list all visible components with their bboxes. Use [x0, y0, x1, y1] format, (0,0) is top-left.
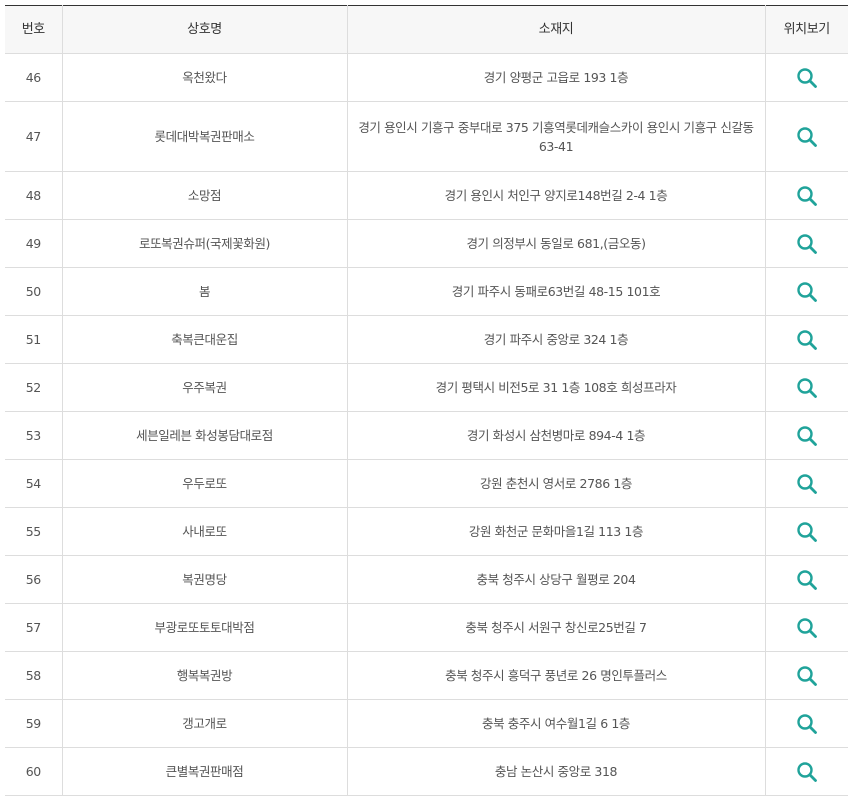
row-number: 54	[5, 459, 63, 508]
table-row: 60 큰별복권판매점 충남 논산시 중앙로 318	[5, 747, 848, 796]
row-number: 55	[5, 507, 63, 556]
row-store-name: 로또복권슈퍼(국제꽃화원)	[62, 219, 348, 268]
search-icon[interactable]	[796, 713, 818, 735]
search-icon[interactable]	[796, 185, 818, 207]
search-icon[interactable]	[796, 761, 818, 783]
row-map-cell	[765, 747, 848, 796]
table-row: 53 세븐일레븐 화성봉담대로점 경기 화성시 삼천병마로 894-4 1층	[5, 411, 848, 460]
row-map-cell	[765, 315, 848, 364]
row-store-name: 우주복권	[62, 363, 348, 412]
table-row: 51 축복큰대운집 경기 파주시 중앙로 324 1층	[5, 315, 848, 364]
row-map-cell	[765, 219, 848, 268]
row-store-name: 큰별복권판매점	[62, 747, 348, 796]
row-number: 50	[5, 267, 63, 316]
table-header-row: 번호 상호명 소재지 위치보기	[5, 5, 848, 54]
row-address: 경기 화성시 삼천병마로 894-4 1층	[347, 411, 766, 460]
table-row: 47 롯데대박복권판매소 경기 용인시 기흥구 중부대로 375 기흥역롯데캐슬…	[5, 101, 848, 172]
row-address: 충북 충주시 여수월1길 6 1층	[347, 699, 766, 748]
row-address: 경기 용인시 처인구 양지로148번길 2-4 1층	[347, 171, 766, 220]
search-icon[interactable]	[796, 521, 818, 543]
search-icon[interactable]	[796, 329, 818, 351]
row-store-name: 소망점	[62, 171, 348, 220]
row-address: 충북 청주시 서원구 창신로25번길 7	[347, 603, 766, 652]
table-row: 56 복권명당 충북 청주시 상당구 월평로 204	[5, 555, 848, 604]
row-address: 강원 화천군 문화마을1길 113 1층	[347, 507, 766, 556]
row-number: 58	[5, 651, 63, 700]
row-address: 경기 용인시 기흥구 중부대로 375 기흥역롯데캐슬스카이 용인시 기흥구 신…	[347, 101, 766, 172]
row-address: 충남 논산시 중앙로 318	[347, 747, 766, 796]
row-address: 충북 청주시 상당구 월평로 204	[347, 555, 766, 604]
table-row: 57 부광로또토토대박점 충북 청주시 서원구 창신로25번길 7	[5, 603, 848, 652]
row-number: 57	[5, 603, 63, 652]
search-icon[interactable]	[796, 67, 818, 89]
row-store-name: 옥천왔다	[62, 53, 348, 102]
row-number: 48	[5, 171, 63, 220]
row-store-name: 갱고개로	[62, 699, 348, 748]
row-map-cell	[765, 555, 848, 604]
row-map-cell	[765, 101, 848, 172]
search-icon[interactable]	[796, 473, 818, 495]
row-map-cell	[765, 507, 848, 556]
search-icon[interactable]	[796, 425, 818, 447]
row-store-name: 부광로또토토대박점	[62, 603, 348, 652]
row-map-cell	[765, 363, 848, 412]
row-store-name: 사내로또	[62, 507, 348, 556]
header-store-name: 상호명	[62, 5, 348, 54]
row-store-name: 세븐일레븐 화성봉담대로점	[62, 411, 348, 460]
search-icon[interactable]	[796, 617, 818, 639]
row-store-name: 봄	[62, 267, 348, 316]
header-number: 번호	[5, 5, 63, 54]
row-map-cell	[765, 171, 848, 220]
row-address: 경기 양평군 고읍로 193 1층	[347, 53, 766, 102]
header-address: 소재지	[347, 5, 766, 54]
row-address: 경기 파주시 중앙로 324 1층	[347, 315, 766, 364]
row-map-cell	[765, 603, 848, 652]
row-number: 49	[5, 219, 63, 268]
table-row: 46 옥천왔다 경기 양평군 고읍로 193 1층	[5, 53, 848, 102]
row-store-name: 축복큰대운집	[62, 315, 348, 364]
search-icon[interactable]	[796, 569, 818, 591]
row-map-cell	[765, 459, 848, 508]
search-icon[interactable]	[796, 126, 818, 148]
table-row: 52 우주복권 경기 평택시 비전5로 31 1층 108호 희성프라자	[5, 363, 848, 412]
table-row: 50 봄 경기 파주시 동패로63번길 48-15 101호	[5, 267, 848, 316]
row-map-cell	[765, 411, 848, 460]
header-view-location: 위치보기	[765, 5, 848, 54]
store-list-container: 번호 상호명 소재지 위치보기 46 옥천왔다 경기 양평군 고읍로 193 1…	[5, 5, 848, 796]
store-table: 번호 상호명 소재지 위치보기 46 옥천왔다 경기 양평군 고읍로 193 1…	[5, 5, 848, 796]
row-map-cell	[765, 651, 848, 700]
search-icon[interactable]	[796, 665, 818, 687]
row-address: 충북 청주시 흥덕구 풍년로 26 명인투플러스	[347, 651, 766, 700]
table-body: 46 옥천왔다 경기 양평군 고읍로 193 1층 47 롯데대박복권판매소 경…	[5, 53, 848, 796]
row-number: 59	[5, 699, 63, 748]
row-address: 경기 의정부시 동일로 681,(금오동)	[347, 219, 766, 268]
table-row: 54 우두로또 강원 춘천시 영서로 2786 1층	[5, 459, 848, 508]
table-row: 49 로또복권슈퍼(국제꽃화원) 경기 의정부시 동일로 681,(금오동)	[5, 219, 848, 268]
row-store-name: 롯데대박복권판매소	[62, 101, 348, 172]
table-row: 58 행복복권방 충북 청주시 흥덕구 풍년로 26 명인투플러스	[5, 651, 848, 700]
row-store-name: 우두로또	[62, 459, 348, 508]
row-number: 60	[5, 747, 63, 796]
row-number: 47	[5, 101, 63, 172]
row-address: 경기 평택시 비전5로 31 1층 108호 희성프라자	[347, 363, 766, 412]
row-map-cell	[765, 699, 848, 748]
search-icon[interactable]	[796, 377, 818, 399]
row-address: 경기 파주시 동패로63번길 48-15 101호	[347, 267, 766, 316]
row-map-cell	[765, 267, 848, 316]
search-icon[interactable]	[796, 233, 818, 255]
row-number: 56	[5, 555, 63, 604]
row-address: 강원 춘천시 영서로 2786 1층	[347, 459, 766, 508]
row-number: 52	[5, 363, 63, 412]
row-store-name: 행복복권방	[62, 651, 348, 700]
table-row: 48 소망점 경기 용인시 처인구 양지로148번길 2-4 1층	[5, 171, 848, 220]
table-row: 59 갱고개로 충북 충주시 여수월1길 6 1층	[5, 699, 848, 748]
search-icon[interactable]	[796, 281, 818, 303]
row-number: 53	[5, 411, 63, 460]
row-store-name: 복권명당	[62, 555, 348, 604]
row-number: 51	[5, 315, 63, 364]
row-map-cell	[765, 53, 848, 102]
row-number: 46	[5, 53, 63, 102]
table-row: 55 사내로또 강원 화천군 문화마을1길 113 1층	[5, 507, 848, 556]
